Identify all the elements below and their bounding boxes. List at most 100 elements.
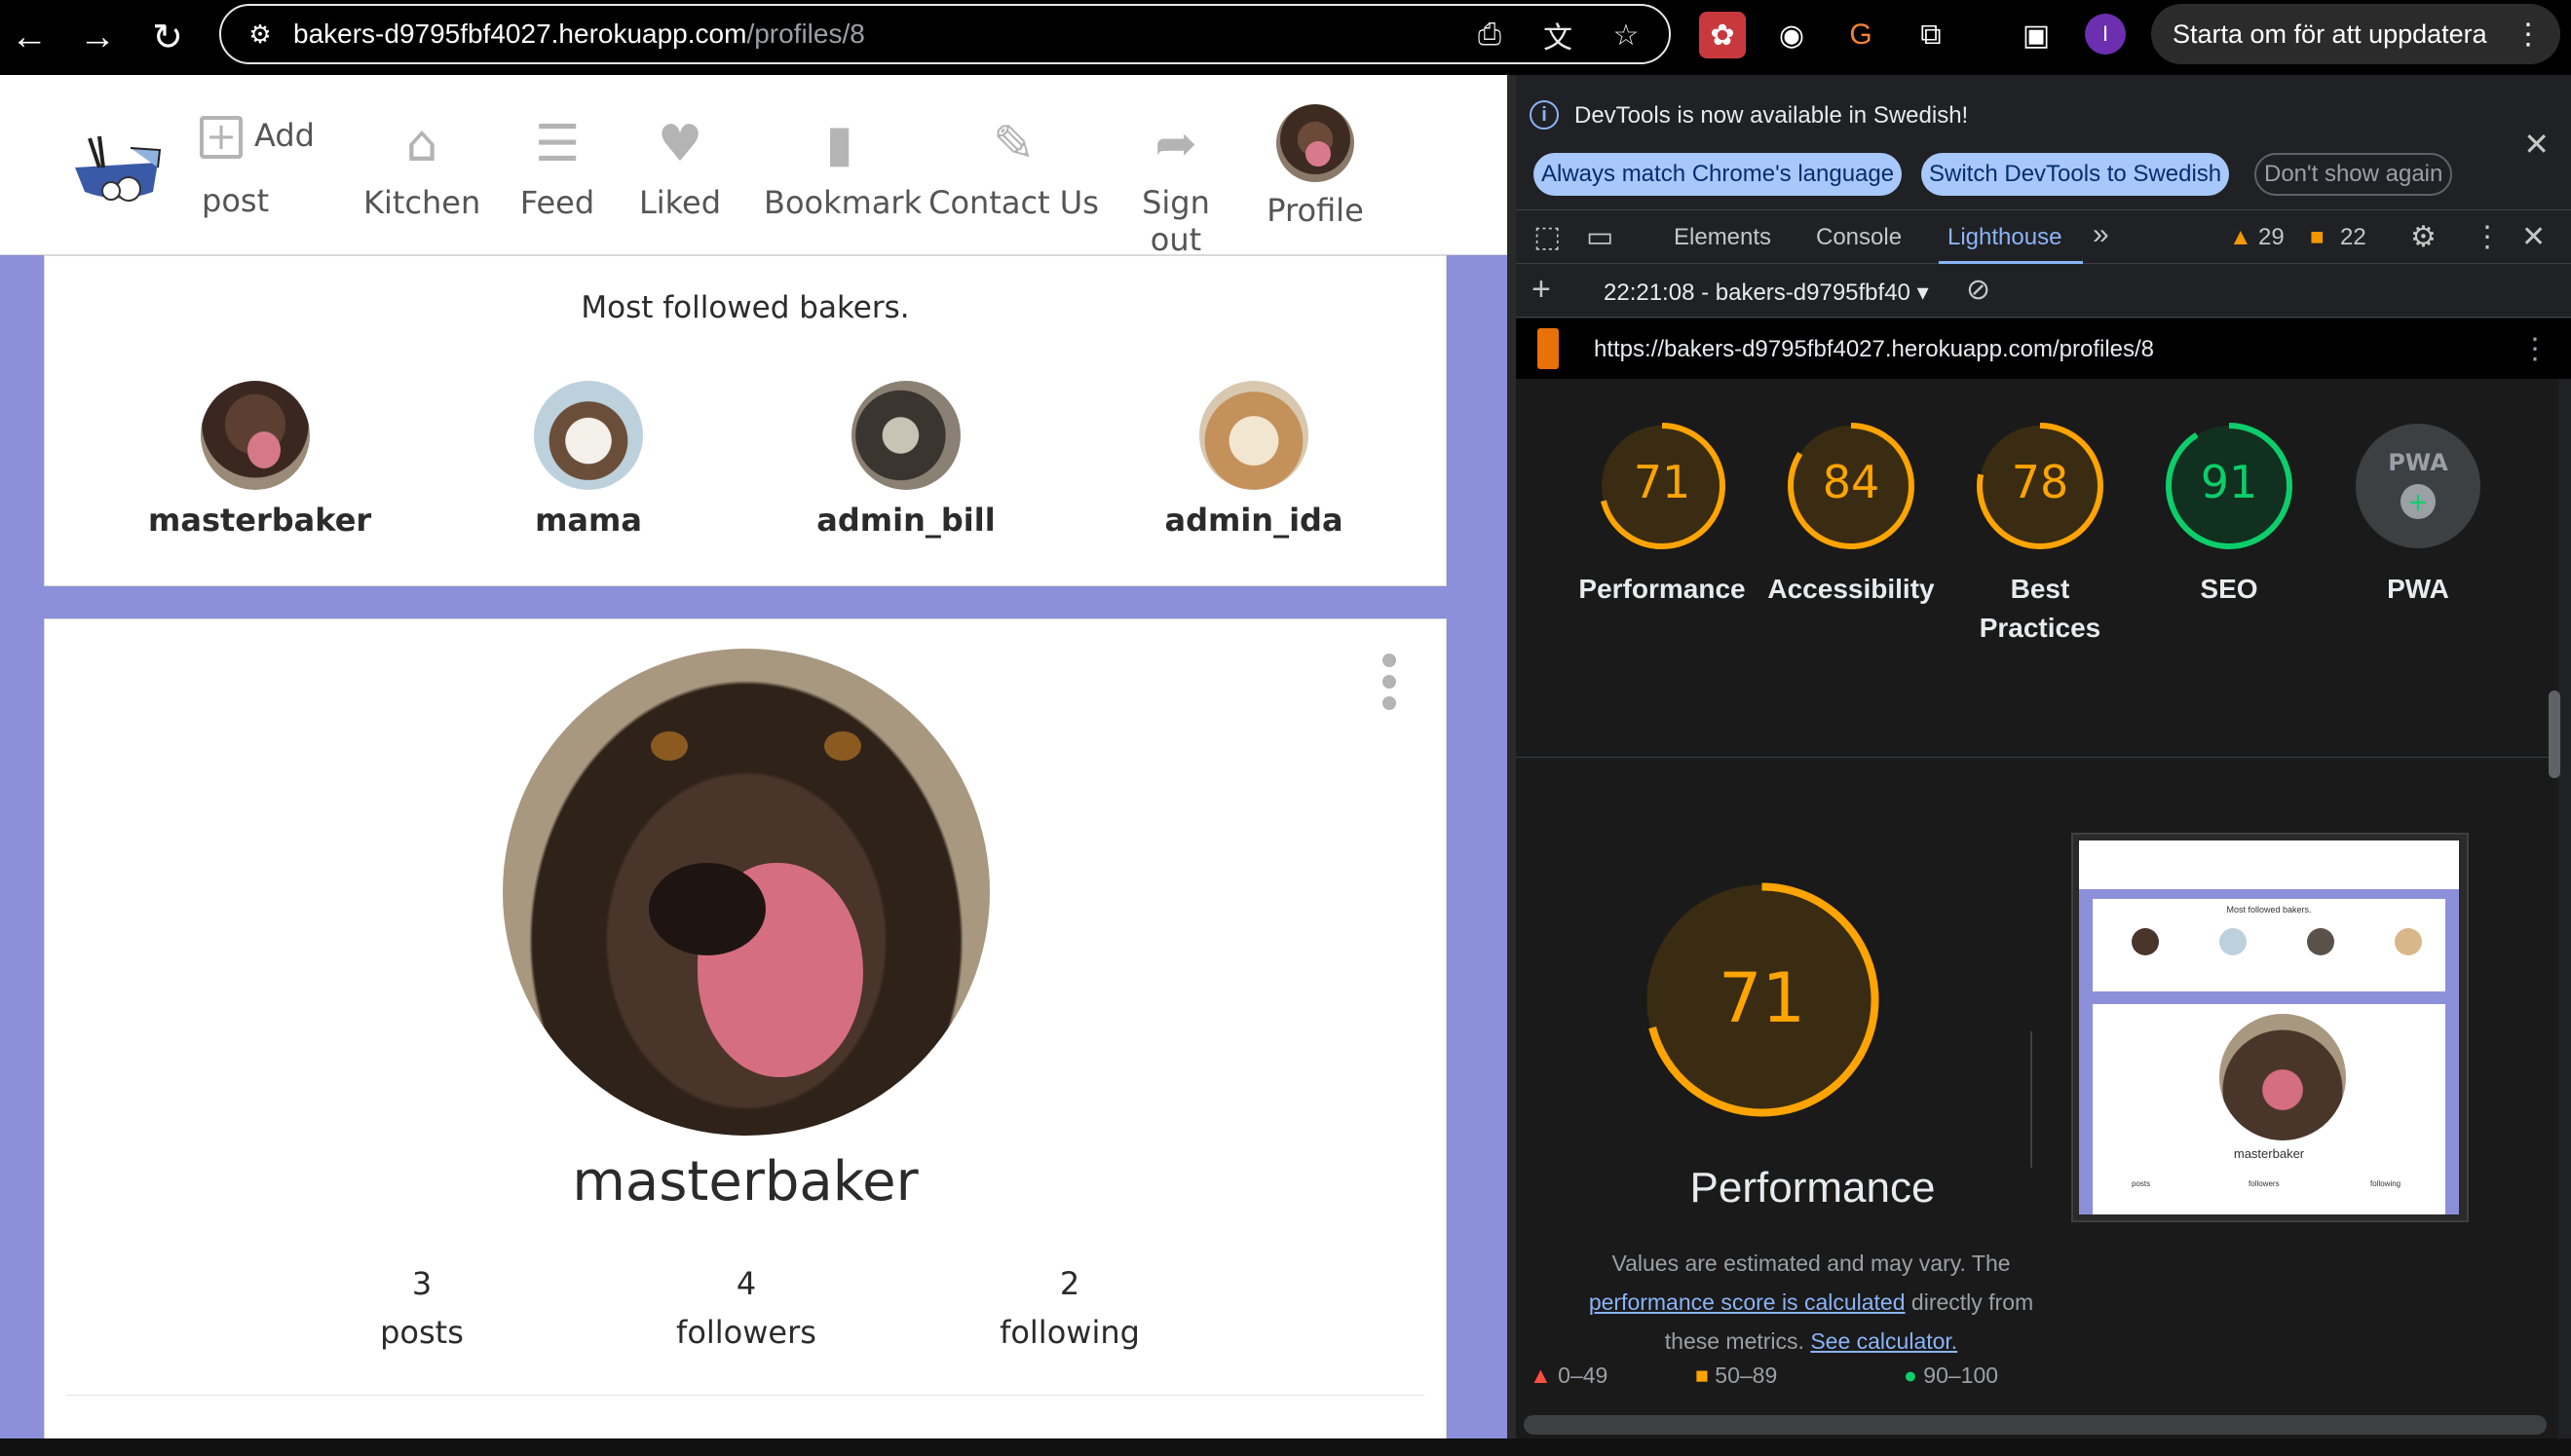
accessibility-gauge-icon: 84 — [1788, 423, 1914, 549]
back-icon[interactable]: ← — [4, 12, 55, 62]
device-toolbar-icon[interactable]: ▭ — [1586, 220, 1613, 254]
baker-masterbaker[interactable]: masterbaker — [148, 381, 371, 539]
extension-circle-icon[interactable]: ◉ — [1768, 12, 1815, 58]
report-menu-icon[interactable]: ⋮ — [2520, 332, 2550, 366]
baker-admin-ida[interactable]: admin_ida — [1147, 381, 1361, 539]
seo-gauge-icon: 91 — [2166, 423, 2292, 549]
report-url[interactable]: https://bakers-d9795fbf4027.herokuapp.co… — [1594, 336, 2154, 363]
plus-icon[interactable]: + — [1531, 271, 1551, 309]
extension-g-icon[interactable]: G — [1837, 12, 1884, 58]
logo-icon[interactable] — [70, 129, 168, 206]
close-icon[interactable]: ✕ — [2523, 126, 2550, 163]
divider — [1516, 757, 2558, 758]
page-scrollbar[interactable] — [1507, 75, 1516, 1438]
web-page: + Add post ⌂ Kitchen ☰ Feed ♥ Liked ▮ Boo… — [0, 75, 1507, 1438]
issues-count[interactable]: 22 — [2340, 224, 2366, 251]
performance-title: Performance — [1689, 1164, 1936, 1212]
add-post-link[interactable]: + Add post — [200, 116, 315, 219]
tab-lighthouse[interactable]: Lighthouse — [1947, 224, 2061, 251]
plus-icon: + — [200, 116, 243, 159]
more-tabs-icon[interactable]: » — [2093, 218, 2109, 251]
devtools-panel: i DevTools is now available in Swedish! … — [1516, 75, 2571, 1438]
nav-kitchen[interactable]: ⌂ Kitchen — [363, 114, 480, 221]
most-followed-card: Most followed bakers. masterbaker mama a… — [44, 255, 1447, 586]
heart-icon: ♥ — [657, 115, 703, 173]
dont-show-again-button[interactable]: Don't show again — [2254, 153, 2453, 196]
most-followed-title: Most followed bakers. — [581, 290, 910, 325]
match-language-button[interactable]: Always match Chrome's language — [1533, 153, 1903, 196]
forward-icon[interactable]: → — [72, 12, 123, 62]
nav-contact-us[interactable]: ✎ Contact Us — [928, 114, 1099, 221]
warning-icon[interactable]: ▲ — [2229, 224, 2252, 251]
stat-posts: 3 posts — [380, 1265, 464, 1351]
restart-button[interactable]: Starta om för att uppdatera ⋮ — [2151, 4, 2560, 64]
nav-liked[interactable]: ♥ Liked — [622, 114, 738, 221]
url-text: bakers-d9795fbf4027.herokuapp.com/profil… — [293, 19, 865, 49]
extensions-puzzle-icon[interactable]: ⧉ — [1908, 12, 1954, 58]
translate-icon[interactable]: 文 — [1538, 16, 1577, 55]
gauge-performance[interactable]: 71 Performance — [1574, 420, 1750, 609]
issues-icon[interactable]: ■ — [2310, 224, 2325, 251]
devtools-tabbar: ⬚ ▭ Elements Console Lighthouse » ▲ 29 ■… — [1516, 209, 2571, 264]
tab-elements[interactable]: Elements — [1674, 224, 1771, 251]
nav-sign-out[interactable]: ➦ Sign out — [1113, 114, 1239, 258]
avatar — [1276, 104, 1354, 182]
nav-profile[interactable]: Profile — [1257, 104, 1374, 229]
bottom-strip — [0, 1438, 2571, 1456]
more-options-icon[interactable] — [1382, 653, 1402, 718]
switch-swedish-button[interactable]: Switch DevTools to Swedish — [1921, 153, 2230, 196]
divider — [66, 1395, 1424, 1396]
install-app-icon[interactable]: ⎙ — [1470, 16, 1509, 55]
close-devtools-icon[interactable]: ✕ — [2521, 220, 2546, 254]
performance-description: Values are estimated and may vary. The p… — [1588, 1251, 2034, 1354]
lighthouse-logo-icon — [1537, 328, 1559, 369]
browser-toolbar: ← → ↻ ⚙ bakers-d9795fbf4027.herokuapp.co… — [0, 0, 2571, 75]
legend-pass: ● 90–100 — [1904, 1363, 1999, 1388]
sign-out-icon: ➦ — [1154, 115, 1197, 173]
svg-text:78: 78 — [2012, 456, 2069, 508]
avatar[interactable] — [534, 381, 643, 490]
svg-text:+: + — [2407, 488, 2429, 517]
svg-text:71: 71 — [1719, 958, 1805, 1038]
legend-average: ■ 50–89 — [1695, 1363, 1778, 1388]
inspect-icon[interactable]: ⬚ — [1533, 220, 1561, 254]
address-bar[interactable]: ⚙ bakers-d9795fbf4027.herokuapp.com/prof… — [219, 4, 1671, 64]
tab-console[interactable]: Console — [1816, 224, 1902, 251]
profile-avatar[interactable]: I — [2085, 14, 2126, 55]
legend-fail: ▲ 0–49 — [1530, 1363, 1608, 1388]
reload-icon[interactable]: ↻ — [142, 12, 193, 62]
avatar[interactable] — [1199, 381, 1308, 490]
gauge-pwa[interactable]: PWA + PWA — [2330, 420, 2506, 609]
see-calculator-link[interactable]: See calculator. — [1810, 1328, 1957, 1354]
settings-gear-icon[interactable]: ⚙ — [2410, 220, 2437, 254]
bookmark-icon: ▮ — [825, 115, 853, 173]
language-banner: i DevTools is now available in Swedish! … — [1516, 75, 2571, 209]
gauge-seo[interactable]: 91 SEO — [2141, 420, 2317, 609]
avatar[interactable] — [851, 381, 961, 490]
report-selector[interactable]: 22:21:08 - bakers-d9795fbf40 ▾ — [1604, 279, 1929, 307]
profile-avatar-large — [503, 649, 990, 1136]
score-calculated-link[interactable]: performance score is calculated — [1589, 1289, 1906, 1315]
horizontal-scrollbar[interactable] — [1524, 1415, 2547, 1435]
site-settings-icon[interactable]: ⚙ — [241, 15, 280, 54]
report-scrollbar[interactable] — [2549, 691, 2560, 778]
gauge-best-practices[interactable]: 78 Best Practices — [1952, 420, 2128, 648]
avatar[interactable] — [201, 381, 310, 490]
baker-mama[interactable]: mama — [481, 381, 696, 539]
menu-icon[interactable]: ⋮ — [2514, 18, 2543, 52]
post-label: post — [202, 182, 270, 219]
bookmark-star-icon[interactable]: ☆ — [1607, 16, 1645, 55]
nav-feed[interactable]: ☰ Feed — [499, 114, 616, 221]
gauge-accessibility[interactable]: 84 Accessibility — [1763, 420, 1939, 609]
stat-followers: 4 followers — [676, 1265, 816, 1351]
clear-icon[interactable]: ⊘ — [1966, 273, 1990, 307]
nav-bookmark[interactable]: ▮ Bookmark — [764, 114, 922, 221]
extension-red-icon[interactable]: ✿ — [1699, 12, 1746, 58]
side-panel-icon[interactable]: ▣ — [2013, 12, 2060, 58]
info-icon: i — [1530, 100, 1559, 130]
warning-count[interactable]: 29 — [2258, 224, 2285, 251]
performance-big-gauge-icon: 71 — [1645, 882, 1879, 1117]
home-icon: ⌂ — [405, 115, 438, 173]
baker-admin-bill[interactable]: admin_bill — [799, 381, 1013, 539]
kebab-menu-icon[interactable]: ⋮ — [2473, 220, 2502, 254]
